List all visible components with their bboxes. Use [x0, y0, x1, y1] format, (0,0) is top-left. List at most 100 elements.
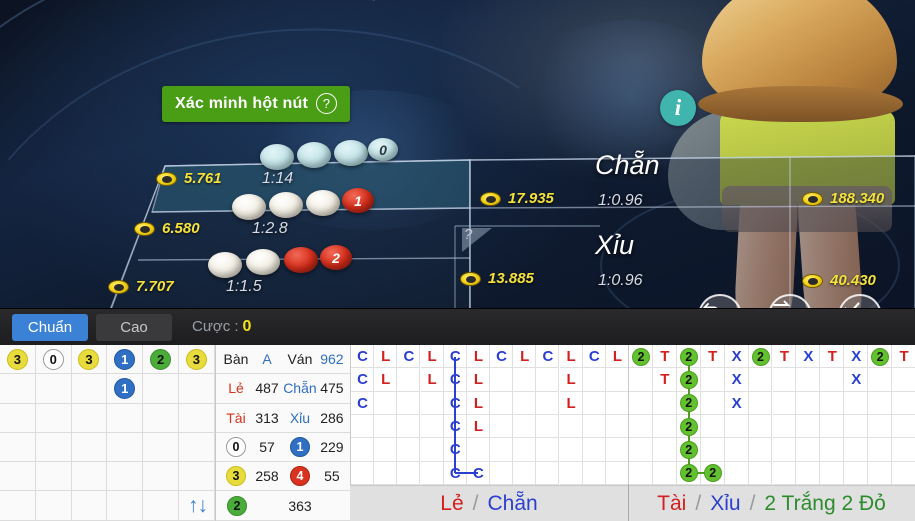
roadmap-mark-2: 2: [871, 347, 890, 366]
row2-amount-text: 6.580: [162, 220, 200, 237]
bet-mode-tab-high[interactable]: Cao: [96, 313, 172, 341]
roadmap-mark-T: T: [708, 348, 718, 366]
current-bet-text: Cược :: [192, 318, 239, 335]
roadmap-cell: [700, 438, 725, 462]
roadmap-cell: [605, 391, 629, 415]
egg-blue-2: [297, 142, 331, 168]
roadmap-label-part: /: [749, 491, 756, 515]
roadmap-cell: [351, 461, 375, 485]
roadmap-mark-X: X: [731, 371, 742, 389]
stat-cell: 57: [259, 439, 275, 456]
dealer-bowl-band: [698, 86, 903, 122]
stat-cell: Bàn: [223, 351, 249, 368]
statistics-table: Bàn A Ván 962 Lẻ 487 Chẵn 475 Tài 313 Xỉu 286 0 57 1 22…: [215, 345, 350, 521]
question-mark-icon[interactable]: ?: [315, 93, 337, 114]
roadmap-cell: [351, 415, 375, 439]
roadmap-cell: [820, 438, 845, 462]
roadmap-cell: [700, 391, 725, 415]
stat-cell: 962: [320, 351, 344, 368]
right-top-amount-text: 188.340: [830, 190, 885, 207]
stat-cell: 4: [282, 466, 318, 487]
roadmap-cell: [892, 368, 915, 392]
row2-bet-amount[interactable]: 6.580: [134, 220, 200, 237]
bead-cell: 3: [178, 345, 215, 375]
egg-count-badge-3: 2: [320, 245, 352, 270]
roadmap-tai-xiu[interactable]: 2TT222222T2XXX2TXTXX2T: [628, 345, 915, 485]
roadmap-mark-2: 2: [703, 464, 722, 483]
right-top-bet-amount[interactable]: 188.340: [802, 190, 884, 207]
chan-bet-amount[interactable]: 17.935: [480, 190, 554, 207]
chip-icon: [108, 279, 129, 294]
roadmap-mark-C: C: [472, 464, 484, 482]
roadmap-cell: [724, 461, 749, 485]
roadmap-mark-T: T: [827, 348, 837, 366]
roadmap-cell: [724, 415, 749, 439]
row3-odds: 1:1.5: [226, 278, 262, 295]
roadmap-cell: [490, 415, 514, 439]
roadmap-cell: [844, 461, 869, 485]
egg-blue-1: [260, 144, 294, 170]
roadmap-cell: [748, 415, 773, 439]
bead-ball-1: 1: [114, 348, 136, 370]
row-2: 2 363: [216, 491, 350, 521]
roadmap-mark-2: 2: [679, 394, 698, 413]
xiu-bet-amount[interactable]: 13.885: [460, 270, 534, 287]
roadmap-cell: [844, 438, 869, 462]
right-bottom-bet-amount[interactable]: 40.430: [802, 272, 876, 289]
chan-title[interactable]: Chẵn: [595, 150, 660, 181]
row-3-4: 3 258 4 55: [216, 462, 350, 492]
row3-bet-amount[interactable]: 7.707: [108, 278, 174, 295]
roadmap-cell: [700, 415, 725, 439]
roadmap-mark-L: L: [427, 371, 437, 389]
roadmap-mark-2: 2: [679, 347, 698, 366]
roadmap-cell: [844, 415, 869, 439]
verify-dice-button[interactable]: Xác minh hột nút ?: [162, 86, 350, 122]
bead-cell: [71, 403, 108, 433]
xiu-amount-text: 13.885: [488, 270, 534, 287]
stat-cell: 286: [320, 409, 344, 426]
bead-cell: [0, 403, 36, 433]
roadmap-mark-T: T: [660, 371, 670, 389]
roadmap-le-chan[interactable]: CCCLLCLLCCCCCCLLLLCCLCLLLCL: [350, 345, 629, 485]
roadmap-cell: [844, 391, 869, 415]
roadmap-mark-X: X: [731, 394, 742, 412]
roadmap-cell: [490, 391, 514, 415]
stat-cell: Chẵn: [283, 380, 317, 397]
roadmap-cell: [559, 461, 583, 485]
bead-cell: [71, 432, 108, 463]
roadmap-cell: [605, 461, 629, 485]
stat-cell: Tài: [226, 409, 246, 426]
chip-icon: [156, 171, 177, 186]
egg-white-4: [208, 252, 242, 278]
roadmap-mark-L: L: [520, 348, 530, 366]
bead-cell: [178, 462, 215, 492]
roadmap-mark-C: C: [449, 394, 461, 412]
roadmap-cell: [374, 461, 398, 485]
row1-bet-amount[interactable]: 5.761: [156, 170, 222, 187]
roadmap-cell: [420, 461, 444, 485]
bead-plate[interactable]: 3031231 ↑↓: [0, 345, 215, 521]
roadmap-cell: [605, 415, 629, 439]
info-icon[interactable]: i: [660, 90, 696, 126]
bead-cell: [107, 432, 144, 463]
bead-cell: [35, 403, 72, 433]
sort-arrows-icon[interactable]: ↑↓: [188, 495, 208, 516]
xiu-odds: 1:0.96: [598, 272, 643, 289]
roadmap-cell: [652, 461, 677, 485]
roadmap-cell: [536, 461, 560, 485]
bet-mode-tab-standard[interactable]: Chuẩn: [12, 313, 88, 341]
bead-plate-grid: 3031231: [0, 345, 215, 521]
roadmap-cell: [796, 368, 821, 392]
betting-table: 0 5.761 1:14 1 6.580 1:2.8 2 7.707 1:1.5…: [0, 130, 915, 338]
roadmap-cell: [868, 461, 893, 485]
roadmap-mark-C: C: [357, 348, 368, 366]
stat-ball-4: 4: [289, 466, 310, 487]
roadmap-mark-L: L: [473, 371, 483, 389]
roadmap-cell: [629, 368, 653, 392]
xiu-title[interactable]: Xỉu: [595, 230, 634, 261]
verify-button-label: Xác minh hột nút: [175, 94, 308, 112]
roadmap-cell: [892, 391, 915, 415]
chip-icon: [802, 273, 823, 288]
roadmap-cell: [820, 391, 845, 415]
bead-cell: [0, 374, 36, 404]
